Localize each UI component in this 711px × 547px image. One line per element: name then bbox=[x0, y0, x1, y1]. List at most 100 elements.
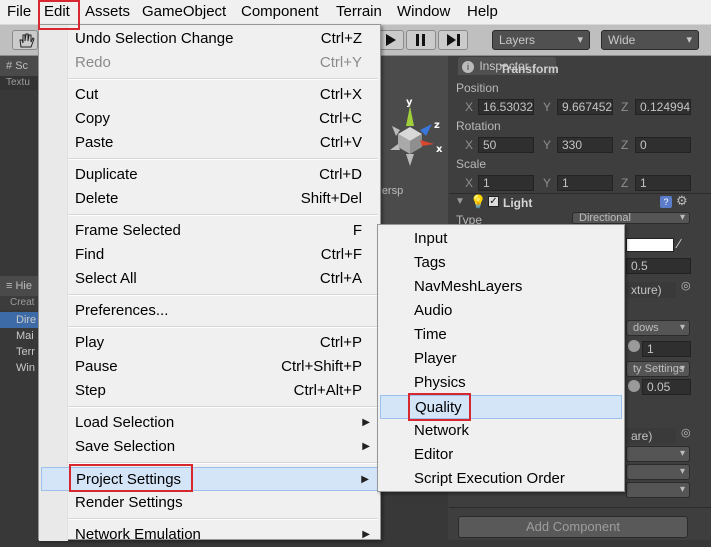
menu-item-play[interactable]: Play Ctrl+P bbox=[41, 331, 378, 355]
menu-item-redo[interactable]: Redo Ctrl+Y bbox=[41, 51, 378, 75]
submenu-item-input[interactable]: Input bbox=[380, 227, 622, 251]
menu-item-save-selection[interactable]: Save Selection ▶ bbox=[41, 435, 378, 459]
step-button[interactable] bbox=[438, 30, 468, 50]
hierarchy-tab[interactable]: ≡ Hie bbox=[0, 276, 40, 296]
menu-item-render-settings[interactable]: Render Settings bbox=[41, 491, 378, 515]
object-picker-icon[interactable]: ◎ bbox=[681, 279, 691, 292]
lightmapping-dropdown[interactable] bbox=[626, 482, 690, 498]
render-mode-dropdown[interactable] bbox=[626, 446, 690, 462]
menu-file[interactable]: File bbox=[7, 0, 31, 24]
menu-item-shortcut: Ctrl+F bbox=[320, 246, 362, 263]
shadow-quality-dropdown[interactable]: ty Settings bbox=[626, 361, 690, 377]
hierarchy-row[interactable]: Terr bbox=[0, 344, 40, 360]
menu-item-select-all[interactable]: Select All Ctrl+A bbox=[41, 267, 378, 291]
slider-handle-icon[interactable] bbox=[628, 340, 640, 352]
pause-button[interactable] bbox=[406, 30, 436, 50]
position-x-field[interactable]: 16.53032 bbox=[478, 99, 534, 115]
menu-item-shortcut: Ctrl+Z bbox=[320, 30, 362, 47]
submenu-item-navmeshlayers[interactable]: NavMeshLayers bbox=[380, 275, 622, 299]
submenu-item-physics[interactable]: Physics bbox=[380, 371, 622, 395]
light-color-swatch[interactable] bbox=[626, 238, 674, 252]
object-picker-icon[interactable]: ◎ bbox=[681, 426, 691, 439]
position-y-field[interactable]: 9.667452 bbox=[557, 99, 613, 115]
submenu-item-audio[interactable]: Audio bbox=[380, 299, 622, 323]
menu-gameobject[interactable]: GameObject bbox=[142, 0, 226, 24]
menu-help[interactable]: Help bbox=[467, 0, 498, 24]
hierarchy-row[interactable]: Win bbox=[0, 360, 40, 376]
menu-item-delete[interactable]: Delete Shift+Del bbox=[41, 187, 378, 211]
hand-tool-button[interactable] bbox=[12, 30, 38, 50]
submenu-item-time[interactable]: Time bbox=[380, 323, 622, 347]
menu-component[interactable]: Component bbox=[241, 0, 319, 24]
hierarchy-row[interactable]: Mai bbox=[0, 328, 40, 344]
rotation-x-axis: X bbox=[465, 138, 474, 152]
menu-item-step[interactable]: Step Ctrl+Alt+P bbox=[41, 379, 378, 403]
flare-field[interactable]: are) bbox=[626, 428, 676, 444]
menu-item-label: Find bbox=[75, 246, 105, 263]
menu-item-copy[interactable]: Copy Ctrl+C bbox=[41, 107, 378, 131]
submenu-item-player[interactable]: Player bbox=[380, 347, 622, 371]
submenu-item-tags[interactable]: Tags bbox=[380, 251, 622, 275]
scale-y-field[interactable]: 1 bbox=[557, 175, 613, 191]
layout-dropdown[interactable]: Wide bbox=[601, 30, 699, 50]
menu-item-load-selection[interactable]: Load Selection ▶ bbox=[41, 411, 378, 435]
culling-mask-dropdown[interactable] bbox=[626, 464, 690, 480]
component-divider bbox=[449, 507, 711, 508]
menu-item-project-settings[interactable]: Project Settings ▶ bbox=[41, 467, 378, 491]
menu-separator bbox=[69, 78, 378, 80]
submenu-item-editor[interactable]: Editor bbox=[380, 443, 622, 467]
menu-separator bbox=[69, 326, 378, 328]
layers-dropdown[interactable]: Layers bbox=[492, 30, 590, 50]
help-book-icon[interactable]: ? bbox=[660, 196, 672, 208]
rotation-x-field[interactable]: 50 bbox=[478, 137, 534, 153]
shadow-strength-field[interactable]: 1 bbox=[642, 341, 691, 357]
slider-handle-icon[interactable] bbox=[628, 380, 640, 392]
submenu-arrow-icon: ▶ bbox=[362, 529, 370, 540]
bias-field[interactable]: 0.05 bbox=[642, 379, 691, 395]
menu-item-network-emulation[interactable]: Network Emulation ▶ bbox=[41, 523, 378, 547]
submenu-item-network[interactable]: Network bbox=[380, 419, 622, 443]
menu-item-paste[interactable]: Paste Ctrl+V bbox=[41, 131, 378, 155]
menu-edit[interactable]: Edit bbox=[44, 0, 70, 24]
scale-z-field[interactable]: 1 bbox=[635, 175, 691, 191]
menu-item-find[interactable]: Find Ctrl+F bbox=[41, 243, 378, 267]
submenu-item-script-execution-order[interactable]: Script Execution Order bbox=[380, 467, 622, 491]
hierarchy-row[interactable]: Dire bbox=[0, 312, 40, 328]
scene-tab[interactable]: # Sc bbox=[0, 56, 40, 76]
menu-item-cut[interactable]: Cut Ctrl+X bbox=[41, 83, 378, 107]
menu-item-label: Undo Selection Change bbox=[75, 30, 234, 47]
menu-item-frame-selected[interactable]: Frame Selected F bbox=[41, 219, 378, 243]
scale-x-field[interactable]: 1 bbox=[478, 175, 534, 191]
menu-item-pause[interactable]: Pause Ctrl+Shift+P bbox=[41, 355, 378, 379]
intensity-field[interactable]: 0.5 bbox=[626, 258, 691, 274]
component-settings-gear-icon[interactable]: ⚙ bbox=[676, 193, 688, 209]
cookie-field[interactable]: xture) bbox=[626, 282, 676, 298]
scene-render-mode[interactable]: Textu bbox=[0, 76, 40, 90]
foldout-arrow-icon[interactable]: ▼ bbox=[455, 196, 465, 207]
hierarchy-create-button[interactable]: Creat bbox=[0, 296, 40, 310]
menu-window[interactable]: Window bbox=[397, 0, 450, 24]
light-type-dropdown[interactable]: Directional bbox=[572, 212, 690, 224]
submenu-item-label: Physics bbox=[414, 374, 466, 391]
menu-terrain[interactable]: Terrain bbox=[336, 0, 382, 24]
menu-assets[interactable]: Assets bbox=[85, 0, 130, 24]
menu-item-duplicate[interactable]: Duplicate Ctrl+D bbox=[41, 163, 378, 187]
submenu-arrow-icon: ▶ bbox=[362, 441, 370, 452]
position-z-field[interactable]: 0.124994 bbox=[635, 99, 691, 115]
eyedropper-icon[interactable]: ⁄ bbox=[678, 236, 680, 251]
menu-item-label: Duplicate bbox=[75, 166, 138, 183]
menu-item-preferences[interactable]: Preferences... bbox=[41, 299, 378, 323]
menu-item-label: Preferences... bbox=[75, 302, 169, 319]
scale-label: Scale bbox=[456, 157, 487, 171]
light-enabled-checkbox[interactable]: ✓ bbox=[488, 196, 499, 207]
menu-separator bbox=[69, 214, 378, 216]
submenu-item-label: Network bbox=[414, 422, 470, 439]
submenu-item-quality[interactable]: Quality bbox=[380, 395, 622, 419]
add-component-button[interactable]: Add Component bbox=[458, 516, 688, 538]
menu-item-undo[interactable]: Undo Selection Change Ctrl+Z bbox=[41, 27, 378, 51]
rotation-y-field[interactable]: 330 bbox=[557, 137, 613, 153]
rotation-z-field[interactable]: 0 bbox=[635, 137, 691, 153]
menu-item-shortcut: Ctrl+A bbox=[319, 270, 362, 287]
info-icon: i bbox=[462, 61, 474, 73]
shadow-type-dropdown[interactable]: dows bbox=[626, 320, 690, 336]
